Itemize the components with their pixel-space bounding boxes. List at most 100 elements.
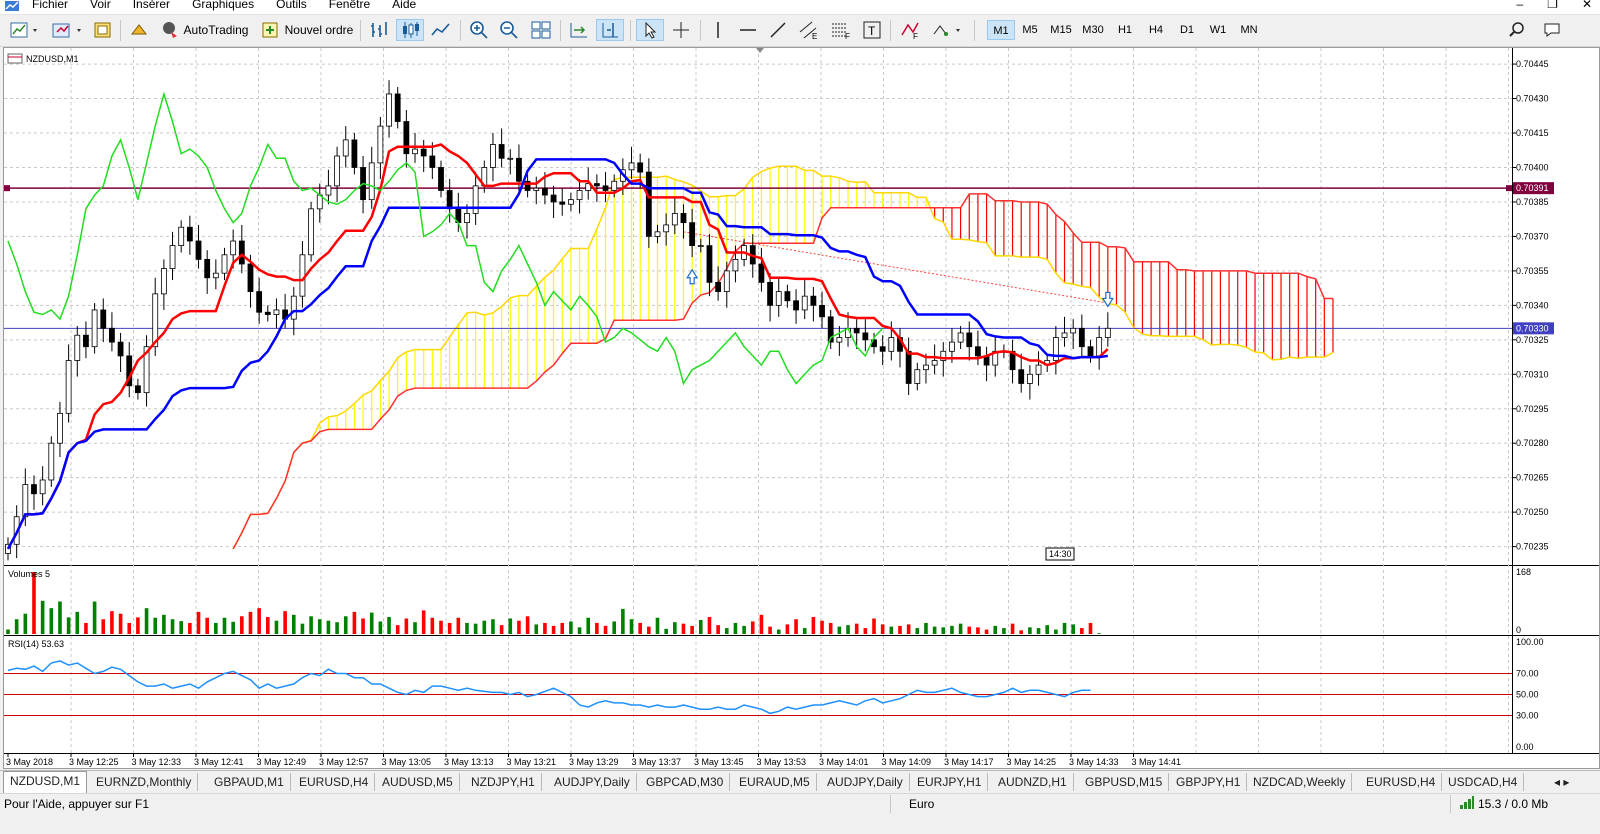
volume-bar [248, 611, 253, 634]
vertical-line-icon[interactable] [706, 19, 730, 41]
candle-body [308, 208, 315, 256]
hline-price-label-2: 0.70330 [1516, 323, 1549, 333]
volume-bar [240, 616, 244, 634]
candle-body [446, 190, 453, 210]
chart-tab[interactable]: NZDJPY,H1 [465, 773, 542, 791]
chart-tab[interactable]: GBPCAD,M30 [640, 773, 731, 791]
candle-body [169, 245, 176, 269]
autoscroll-icon[interactable] [596, 19, 624, 41]
timeframe-m1-button[interactable]: M1 [987, 20, 1015, 40]
profiles-icon[interactable] [50, 19, 88, 41]
menu-outils[interactable]: Outils [265, 0, 318, 11]
candlestick-icon[interactable] [396, 19, 424, 41]
menu-voir[interactable]: Voir [79, 0, 122, 11]
chart-tab[interactable]: NZDUSD,M1 [3, 771, 88, 793]
time-label: 3 May 13:29 [569, 757, 619, 767]
volume-bar [378, 621, 383, 634]
volume-bar [976, 627, 980, 634]
indicators-icon[interactable]: F [896, 19, 924, 41]
timeframe-h1-button[interactable]: H1 [1111, 20, 1139, 40]
volume-bar [404, 618, 409, 634]
objects-dropdown-icon[interactable] [928, 19, 968, 41]
timeframe-m30-button[interactable]: M30 [1079, 20, 1107, 40]
line-chart-icon[interactable] [428, 19, 454, 41]
volume-bar [430, 617, 435, 634]
new-chart-icon[interactable] [8, 19, 44, 41]
chart-tab[interactable]: AUDNZD,H1 [992, 773, 1074, 791]
chart-tab[interactable]: EURUSD,H4 [293, 773, 376, 791]
menu-inserer[interactable]: Insérer [122, 0, 181, 11]
status-bar: Pour l'Aide, appuyer sur F1 Euro 15.3 / … [0, 793, 1600, 834]
timeframe-m5-button[interactable]: M5 [1016, 20, 1044, 40]
chart-tab[interactable]: GBPAUD,M1 [208, 773, 291, 791]
bar-chart-icon[interactable] [366, 19, 392, 41]
volume-bar [1071, 624, 1075, 634]
chart-tab[interactable]: GBPJPY,H1 [1170, 773, 1248, 791]
text-icon[interactable]: T [860, 19, 884, 41]
candle-body [429, 155, 436, 168]
templates-icon[interactable] [92, 19, 114, 41]
menu-fichier[interactable]: Fichier [21, 0, 79, 11]
connection-icon[interactable] [1459, 796, 1475, 813]
volume-bar [66, 617, 71, 634]
price-label: 0.70415 [1516, 128, 1549, 138]
rsi-level-label: 50.00 [1516, 690, 1539, 700]
candle-body [914, 369, 921, 384]
candle-body [264, 311, 271, 315]
time-label: 3 May 14:41 [1132, 757, 1182, 767]
autotrading-button[interactable]: AutoTrading [156, 19, 252, 41]
price-label: 0.70400 [1516, 162, 1549, 172]
chart-tab[interactable]: AUDJPY,Daily [548, 773, 637, 791]
volume-bar [499, 625, 504, 634]
chart-shift-icon[interactable] [566, 19, 592, 41]
chart-tab[interactable]: EURAUD,M5 [733, 773, 817, 791]
candle-body [931, 360, 938, 366]
candle-body [671, 213, 678, 226]
chart-tab[interactable]: AUDUSD,M5 [376, 773, 460, 791]
chart-tab[interactable]: USDCAD,H4 [1442, 773, 1525, 791]
candle-body [117, 341, 124, 357]
candle-body [923, 364, 929, 371]
tab-scroll-arrows-icon[interactable]: ◂ ▸ [1548, 773, 1575, 791]
chart-tab[interactable]: EURNZD,Monthly [90, 773, 199, 791]
equidistant-channel-icon[interactable]: E [796, 19, 822, 41]
search-icon[interactable] [1505, 19, 1529, 41]
fibonacci-icon[interactable]: F [828, 19, 854, 41]
chart-tab[interactable]: NZDCAD,Weekly [1247, 773, 1353, 791]
timeframe-d1-button[interactable]: D1 [1173, 20, 1201, 40]
chart-tab[interactable]: EURJPY,H1 [911, 773, 989, 791]
candle-body [645, 171, 652, 237]
chart-tab[interactable]: EURUSD,H4 [1360, 773, 1443, 791]
time-label: 3 May 12:57 [319, 757, 369, 767]
minimize-icon[interactable]: – [1516, 0, 1523, 11]
volume-bars [6, 572, 1101, 634]
zoom-out-icon[interactable] [496, 19, 522, 41]
timeframe-w1-button[interactable]: W1 [1204, 20, 1232, 40]
chart-window[interactable]: 0.70445 0.70430 0.70415 0.70400 0.70385 0.703… [3, 47, 1600, 769]
timeframe-m15-button[interactable]: M15 [1047, 20, 1075, 40]
close-icon[interactable]: ✕ [1582, 0, 1592, 11]
timeframe-h4-button[interactable]: H4 [1142, 20, 1170, 40]
chart-tab[interactable]: GBPUSD,M15 [1079, 773, 1170, 791]
horizontal-line-icon[interactable] [736, 19, 760, 41]
tile-windows-icon[interactable] [528, 19, 554, 41]
menu-aide[interactable]: Aide [381, 0, 427, 11]
menu-fenetre[interactable]: Fenêtre [318, 0, 381, 11]
crosshair-icon[interactable] [668, 19, 694, 41]
zoom-in-icon[interactable] [466, 19, 492, 41]
new-order-button[interactable]: Nouvel ordre [258, 19, 356, 41]
timeframe-mn-button[interactable]: MN [1235, 20, 1263, 40]
trendline-icon[interactable] [766, 19, 790, 41]
candle-body [697, 245, 704, 248]
strategy-tester-icon[interactable] [128, 19, 150, 41]
candle-body [160, 268, 167, 295]
cursor-icon[interactable] [636, 19, 664, 41]
candle-body [853, 327, 860, 334]
rsi-level-label: 70.00 [1516, 669, 1539, 679]
price-chart[interactable]: 0.70445 0.70430 0.70415 0.70400 0.70385 0.703… [4, 48, 1599, 768]
chat-icon[interactable] [1540, 19, 1564, 41]
menu-graphiques[interactable]: Graphiques [181, 0, 265, 11]
candle-body [966, 332, 973, 348]
restore-icon[interactable]: ❐ [1547, 0, 1558, 11]
chart-tab[interactable]: AUDJPY,Daily [821, 773, 910, 791]
